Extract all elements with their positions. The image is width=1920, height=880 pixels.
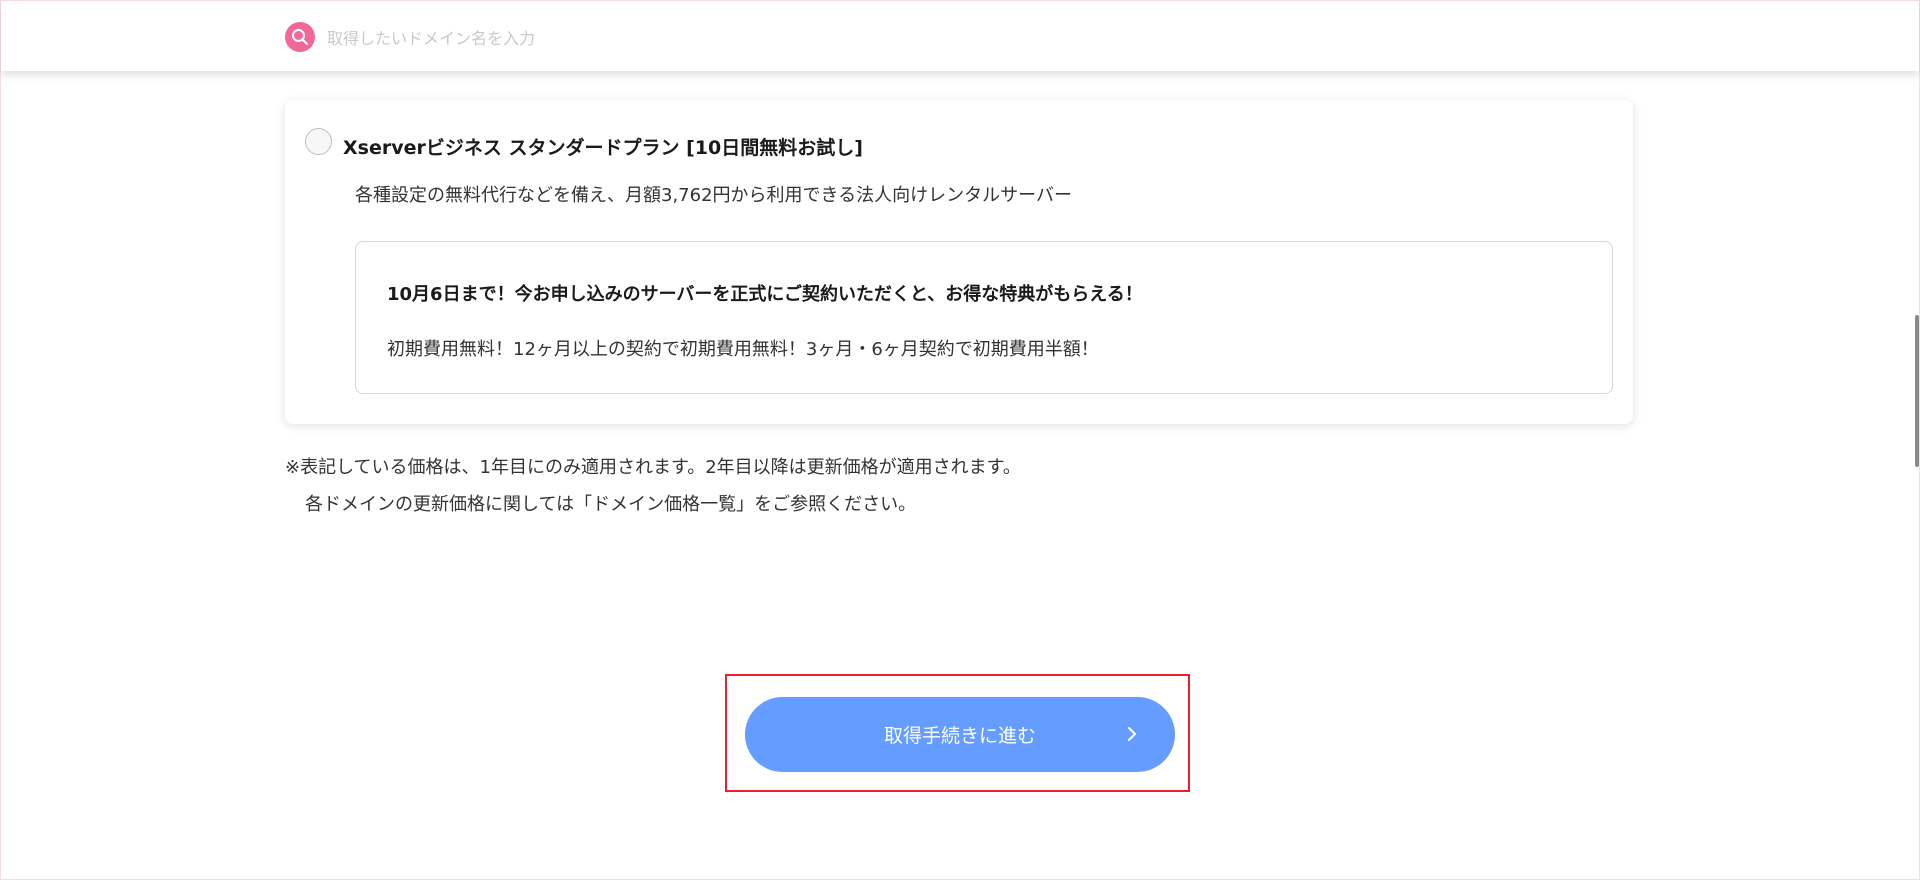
price-note-line-1: ※表記している価格は、1年目にのみ適用されます。2年目以降は更新価格が適用されま… — [285, 457, 1021, 478]
chevron-right-icon — [1123, 725, 1141, 743]
proceed-button[interactable]: 取得手続きに進む — [745, 697, 1175, 772]
promo-box: 10月6日まで！今お申し込みのサーバーを正式にご契約いただくと、お得な特典がもら… — [355, 241, 1613, 394]
plan-description: 各種設定の無料代行などを備え、月額3,762円から利用できる法人向けレンタルサー… — [355, 185, 1072, 206]
scrollbar-thumb[interactable] — [1915, 315, 1919, 467]
domain-search-input[interactable] — [325, 21, 1229, 55]
promo-title: 10月6日まで！今お申し込みのサーバーを正式にご契約いただくと、お得な特典がもら… — [387, 284, 1143, 305]
price-note-line-2: 各ドメインの更新価格に関しては「ドメイン価格一覧」をご参照ください。 — [305, 494, 917, 515]
proceed-button-label: 取得手続きに進む — [883, 725, 1036, 747]
plan-radio-button[interactable] — [305, 128, 332, 155]
plan-title: Xserverビジネス スタンダードプラン [10日間無料お試し] — [343, 137, 863, 159]
search-icon[interactable] — [285, 22, 315, 52]
domain-search-bar — [1, 1, 1919, 71]
promo-text: 初期費用無料！12ヶ月以上の契約で初期費用無料！3ヶ月・6ヶ月契約で初期費用半額… — [387, 339, 1099, 360]
plan-option-card[interactable]: Xserverビジネス スタンダードプラン [10日間無料お試し] 各種設定の無… — [285, 100, 1633, 424]
